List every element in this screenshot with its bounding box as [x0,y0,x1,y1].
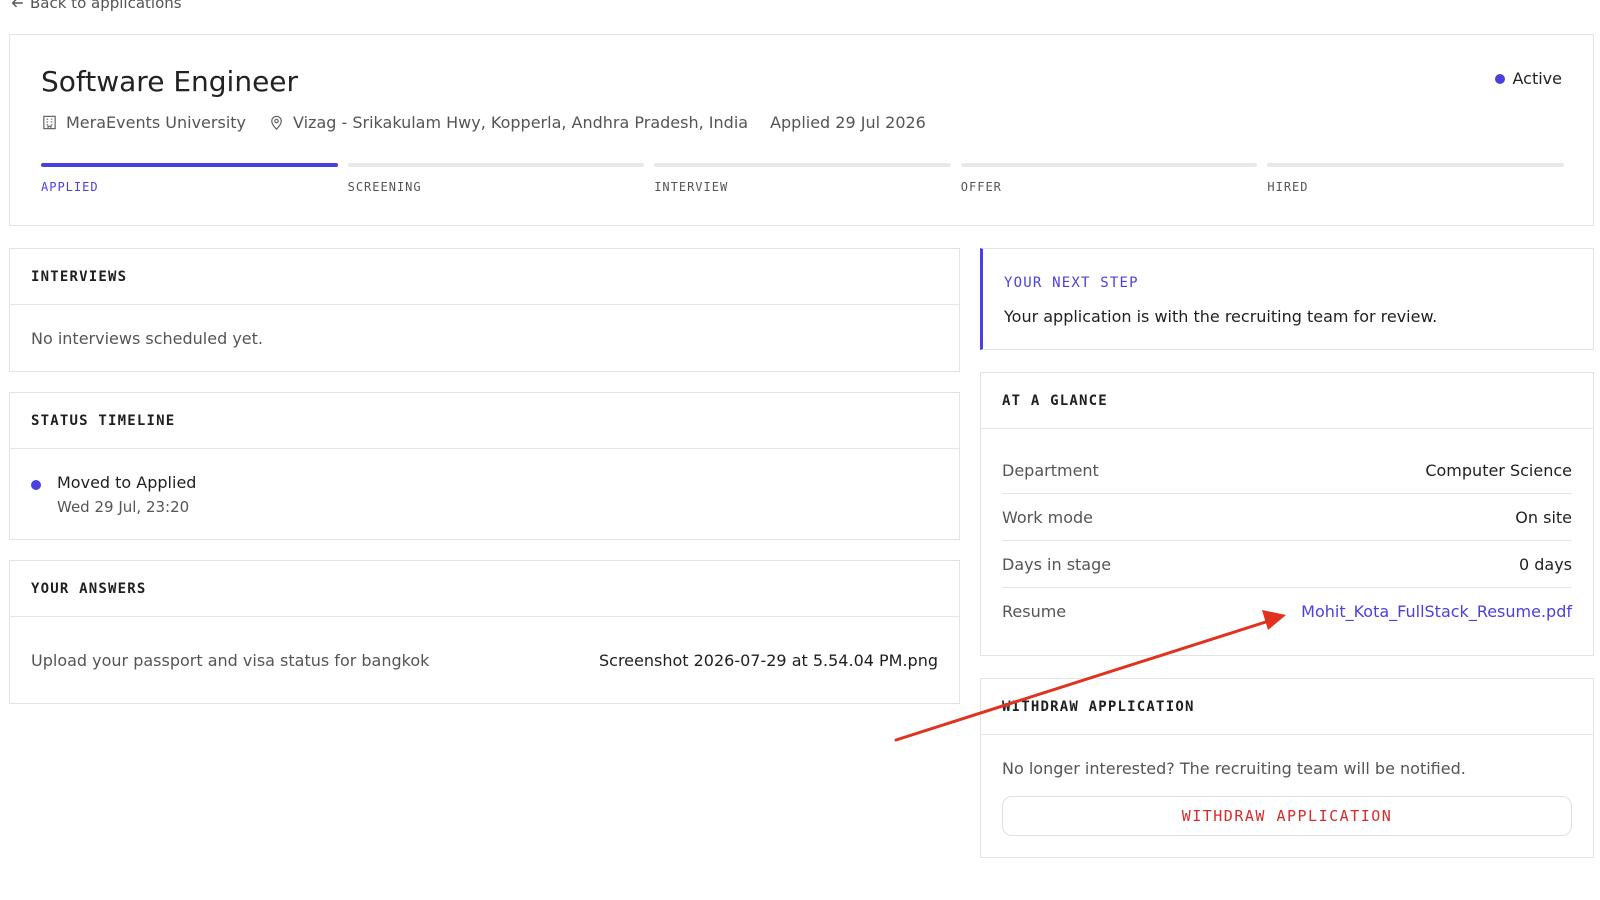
stage-label: SCREENING [347,180,422,194]
interviews-heading: INTERVIEWS [10,249,959,305]
answer-row: Upload your passport and visa status for… [31,617,938,670]
stage-hired: HIRED [1267,163,1564,194]
glance-key: Work mode [1002,507,1093,527]
glance-row-department: Department Computer Science [1002,447,1572,494]
back-link-label: Back to applications [30,0,182,12]
job-meta-row: MeraEvents University Vizag - Srikakulam… [41,113,948,132]
location-text: Vizag - Srikakulam Hwy, Kopperla, Andhra… [293,113,749,132]
glance-row-days-in-stage: Days in stage 0 days [1002,541,1572,588]
glance-value: 0 days [1518,554,1572,574]
glance-value: On site [1515,507,1572,527]
withdraw-heading: WITHDRAW APPLICATION [981,679,1593,735]
stage-bar [960,163,1258,167]
glance-key: Department [1002,460,1099,480]
timeline-entry-date: Wed 29 Jul, 23:20 [57,498,190,516]
glance-value: Computer Science [1425,460,1572,480]
timeline-dot [31,480,41,490]
back-to-applications-link[interactable]: Back to applications [10,0,182,12]
application-header-card: Software Engineer Active MeraEvents Univ… [9,34,1594,226]
answer-value: Screenshot 2026-07-29 at 5.54.04 PM.png [598,651,938,670]
stage-offer: OFFER [960,163,1258,194]
withdraw-description: No longer interested? The recruiting tea… [1002,759,1466,778]
stage-label: INTERVIEW [654,180,729,194]
resume-link[interactable]: Mohit_Kota_FullStack_Resume.pdf [1301,602,1572,621]
interviews-empty-text: No interviews scheduled yet. [31,329,264,348]
stage-label: APPLIED [41,180,99,194]
timeline-entry-title: Moved to Applied [57,473,197,492]
stage-progress: APPLIED SCREENING INTERVIEW OFFER HIRED [41,163,1564,194]
applied-date: Applied 29 Jul 2026 [770,113,926,132]
answer-question: Upload your passport and visa status for… [31,651,430,670]
stage-label: OFFER [960,180,1002,194]
job-title: Software Engineer [41,65,299,98]
stage-bar [41,163,338,167]
stage-label: HIRED [1267,180,1309,194]
location-meta: Vizag - Srikakulam Hwy, Kopperla, Andhra… [268,113,748,132]
withdraw-application-button[interactable]: WITHDRAW APPLICATION [1002,796,1572,836]
status-timeline-card: STATUS TIMELINE Moved to Applied Wed 29 … [9,392,960,540]
stage-bar [654,163,951,167]
next-step-text: Your application is with the recruiting … [1004,307,1438,326]
withdraw-application-card: WITHDRAW APPLICATION No longer intereste… [980,678,1594,858]
at-a-glance-heading: AT A GLANCE [981,373,1593,429]
status-timeline-heading: STATUS TIMELINE [10,393,959,449]
building-icon [43,115,56,130]
applied-date-text: Applied 29 Jul 2026 [770,113,926,132]
your-answers-card: YOUR ANSWERS Upload your passport and vi… [9,560,960,704]
stage-bar [1267,163,1564,167]
timeline-entry: Moved to Applied Wed 29 Jul, 23:20 [31,449,938,516]
glance-key: Resume [1002,602,1067,621]
organization-meta: MeraEvents University [41,113,246,132]
stage-interview: INTERVIEW [654,163,951,194]
status-badge: Active [1494,69,1563,88]
organization-name: MeraEvents University [66,113,246,132]
next-step-heading: YOUR NEXT STEP [1004,275,1139,291]
glance-row-work-mode: Work mode On site [1002,494,1572,541]
status-label: Active [1512,69,1563,88]
at-a-glance-card: AT A GLANCE Department Computer Science … [980,372,1594,656]
stage-bar [347,163,645,167]
map-pin-icon [271,115,282,130]
status-dot [1494,73,1505,84]
your-answers-heading: YOUR ANSWERS [10,561,959,617]
next-step-card: YOUR NEXT STEP Your application is with … [980,248,1594,350]
arrow-left-icon [11,0,23,8]
interviews-card: INTERVIEWS No interviews scheduled yet. [9,248,960,372]
stage-applied: APPLIED [41,163,338,194]
glance-row-resume: Resume Mohit_Kota_FullStack_Resume.pdf [1002,588,1572,635]
stage-screening: SCREENING [347,163,645,194]
glance-key: Days in stage [1002,554,1112,574]
